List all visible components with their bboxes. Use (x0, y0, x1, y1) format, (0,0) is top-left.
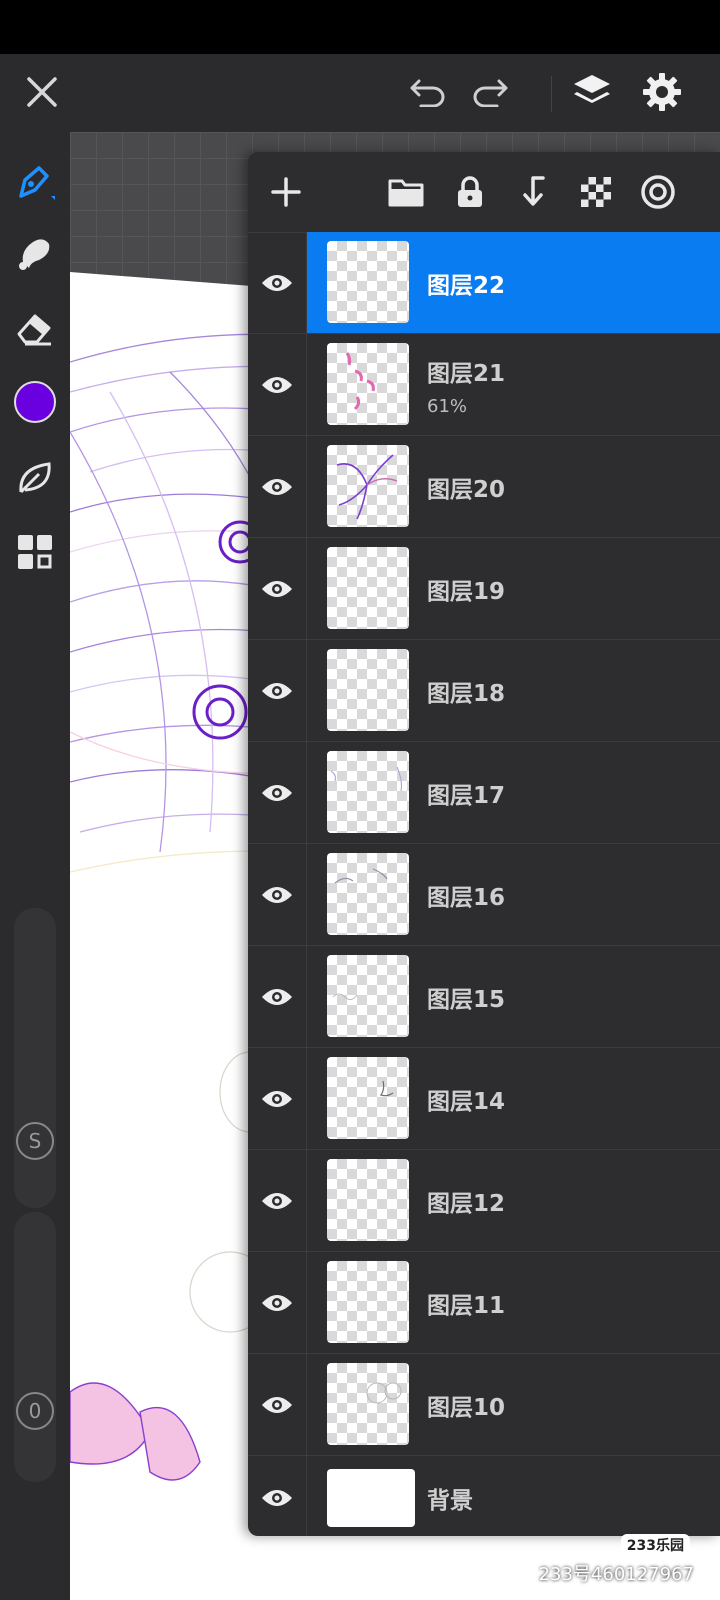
add-layer-icon[interactable] (262, 152, 310, 232)
toolbar-divider (551, 76, 552, 112)
smudge-tool-icon[interactable] (0, 224, 70, 280)
watermark-text: 233号460127967 (538, 1564, 694, 1585)
eye-icon (262, 988, 292, 1005)
top-bar (0, 54, 720, 132)
layer-row[interactable]: 图层19 (248, 538, 720, 640)
layer-thumbnail (327, 241, 409, 323)
layer-thumbnail (327, 955, 409, 1037)
layers-toolbar (248, 152, 720, 233)
layer-thumbnail (327, 853, 409, 935)
eye-icon (262, 682, 292, 699)
visibility-toggle[interactable] (248, 538, 307, 639)
layers-list: 图层22 图层2161% 图层20 图层19 图层18 图层17 图层16 图 (248, 232, 720, 1536)
opacity-badge: 0 (0, 1388, 70, 1434)
current-color-dot[interactable] (14, 381, 56, 423)
layer-name: 图层10 (427, 1394, 506, 1421)
visibility-toggle[interactable] (248, 436, 307, 537)
layer-name: 图层17 (427, 782, 506, 809)
layer-row[interactable]: 图层15 (248, 946, 720, 1048)
size-badge: S (0, 1118, 70, 1164)
layer-name: 图层19 (427, 578, 506, 605)
brush-opacity-slider[interactable] (14, 1212, 56, 1482)
layer-name: 图层22 (427, 272, 506, 299)
color-swatch[interactable] (0, 374, 70, 430)
layer-thumbnail (327, 1469, 415, 1527)
layer-thumbnail (327, 649, 409, 731)
layer-name: 图层14 (427, 1088, 506, 1115)
transparency-icon[interactable] (572, 152, 620, 232)
layer-thumbnail (327, 1261, 409, 1343)
layer-thumbnail (327, 445, 409, 527)
layer-name: 图层21 (427, 361, 506, 387)
visibility-toggle[interactable] (248, 946, 307, 1047)
layer-row[interactable]: 图层14 (248, 1048, 720, 1150)
undo-icon[interactable] (404, 68, 452, 116)
left-toolbar: S 0 (0, 132, 70, 1600)
eye-icon (262, 784, 292, 801)
layer-name: 图层20 (427, 476, 506, 503)
pen-tool-icon[interactable] (0, 154, 70, 210)
size-badge-label: S (16, 1122, 54, 1160)
layer-row[interactable]: 图层17 (248, 742, 720, 844)
eye-icon (262, 274, 292, 291)
layer-name: 背景 (427, 1488, 473, 1514)
layer-row[interactable]: 图层21 61% (248, 334, 720, 436)
eye-icon (262, 886, 292, 903)
layer-name: 图层12 (427, 1190, 506, 1217)
settings-icon[interactable] (636, 66, 688, 118)
eye-icon (262, 1294, 292, 1311)
status-bar (0, 0, 720, 54)
visibility-toggle[interactable] (248, 1048, 307, 1149)
layer-name: 图层16 (427, 884, 506, 911)
visibility-toggle[interactable] (248, 742, 307, 843)
watermark-logo: 233乐园 (620, 1534, 690, 1556)
visibility-toggle[interactable] (248, 1456, 307, 1536)
layer-row[interactable]: 图层16 (248, 844, 720, 946)
layer-thumbnail (327, 343, 409, 425)
eye-icon (262, 1396, 292, 1413)
layers-icon[interactable] (564, 64, 620, 120)
layer-row[interactable]: 图层20 (248, 436, 720, 538)
layer-row[interactable]: 图层18 (248, 640, 720, 742)
visibility-toggle[interactable] (248, 1354, 307, 1455)
grid-apps-icon[interactable] (0, 524, 70, 580)
folder-icon[interactable] (382, 152, 430, 232)
layer-thumbnail (327, 547, 409, 629)
merge-down-icon[interactable] (510, 152, 558, 232)
visibility-toggle[interactable] (248, 1252, 307, 1353)
eye-icon (262, 376, 292, 393)
layer-thumbnail (327, 751, 409, 833)
close-icon[interactable] (18, 68, 66, 116)
layers-panel: 图层22 图层2161% 图层20 图层19 图层18 图层17 图层16 图 (248, 152, 720, 1536)
eraser-tool-icon[interactable] (0, 300, 70, 356)
layer-opacity: 61% (427, 396, 468, 417)
visibility-toggle[interactable] (248, 640, 307, 741)
eye-icon (262, 478, 292, 495)
layer-row[interactable]: 图层11 (248, 1252, 720, 1354)
background-layer-row[interactable]: 背景 (248, 1456, 720, 1536)
visibility-toggle[interactable] (248, 232, 307, 333)
layer-name: 图层15 (427, 986, 506, 1013)
eye-icon (262, 580, 292, 597)
redo-icon[interactable] (466, 68, 514, 116)
opacity-badge-label: 0 (16, 1392, 54, 1430)
layer-row[interactable]: 图层12 (248, 1150, 720, 1252)
visibility-toggle[interactable] (248, 844, 307, 945)
layer-name: 图层11 (427, 1292, 506, 1319)
layer-row[interactable]: 图层10 (248, 1354, 720, 1456)
visibility-toggle[interactable] (248, 334, 307, 435)
eye-icon (262, 1192, 292, 1209)
target-icon[interactable] (634, 152, 682, 232)
layer-thumbnail (327, 1363, 409, 1445)
layer-thumbnail (327, 1057, 409, 1139)
lock-icon[interactable] (446, 152, 494, 232)
layer-thumbnail (327, 1159, 409, 1241)
eye-icon (262, 1090, 292, 1107)
visibility-toggle[interactable] (248, 1150, 307, 1251)
layer-row[interactable]: 图层22 (248, 232, 720, 334)
eye-icon (262, 1490, 292, 1506)
layer-name: 图层18 (427, 680, 506, 707)
leaf-shape-icon[interactable] (0, 450, 70, 506)
